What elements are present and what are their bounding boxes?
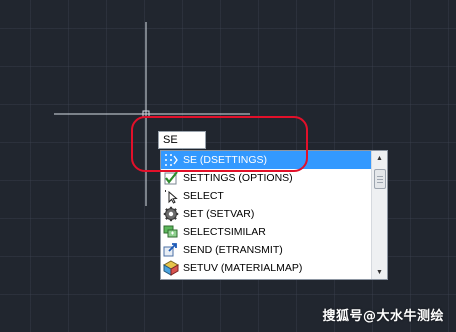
- checkmark-options-icon: [164, 171, 178, 185]
- transmit-icon: [163, 243, 177, 257]
- autocomplete-item-select[interactable]: SELECT: [161, 187, 371, 205]
- select-similar-icon: [163, 225, 178, 238]
- autocomplete-item-etransmit[interactable]: SEND (ETRANSMIT): [161, 241, 371, 259]
- material-map-icon: [163, 260, 179, 276]
- autocomplete-item-label: SELECTSIMILAR: [183, 226, 266, 238]
- autocomplete-item-label: SET (SETVAR): [183, 208, 255, 220]
- gear-icon: [163, 206, 179, 222]
- annotation-highlight-ring: [131, 116, 308, 172]
- scroll-thumb[interactable]: [374, 169, 386, 189]
- autocomplete-item-label: SEND (ETRANSMIT): [183, 244, 283, 256]
- autocomplete-item-label: SETTINGS (OPTIONS): [183, 172, 293, 184]
- autocomplete-scrollbar[interactable]: ▲ ▼: [371, 151, 387, 279]
- autocomplete-item-label: SELECT: [183, 190, 224, 202]
- autocomplete-item-materialmap[interactable]: SETUV (MATERIALMAP): [161, 259, 371, 277]
- autocomplete-item-selectsimilar[interactable]: SELECTSIMILAR: [161, 223, 371, 241]
- autocomplete-item-setvar[interactable]: SET (SETVAR): [161, 205, 371, 223]
- scroll-up-button[interactable]: ▲: [372, 151, 387, 165]
- autocomplete-item-label: SETUV (MATERIALMAP): [183, 262, 303, 274]
- cursor-select-icon: [165, 190, 178, 204]
- arrow-down-icon: ▼: [376, 268, 383, 276]
- scroll-down-button[interactable]: ▼: [372, 265, 387, 279]
- watermark: 搜狐号@大水牛测绘: [322, 309, 444, 324]
- arrow-up-icon: ▲: [376, 154, 383, 162]
